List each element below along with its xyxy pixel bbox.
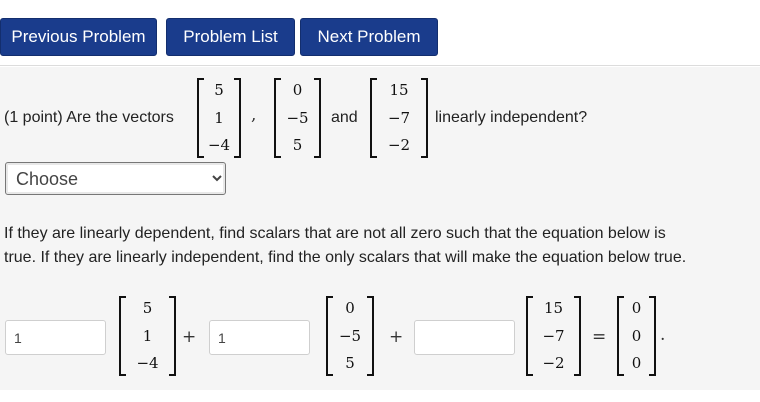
vector-entry: 1 — [214, 109, 224, 127]
scalar-input-2[interactable] — [209, 320, 310, 355]
vector-entry: −4 — [136, 354, 159, 372]
vector-entry: 0 — [631, 299, 642, 317]
scalar-input-3[interactable] — [414, 320, 515, 355]
question-suffix: linearly independent? — [435, 109, 588, 126]
vector-entry: −5 — [286, 109, 309, 127]
question-vector-2: 0 −5 5 — [274, 78, 321, 158]
vector-entry: −5 — [338, 327, 362, 345]
vector-entry: −2 — [387, 136, 411, 154]
and-text: and — [331, 109, 358, 126]
question-prefix: (1 point) Are the vectors — [4, 109, 174, 126]
vector-entry: −7 — [542, 327, 565, 345]
bottom-strip — [0, 390, 760, 402]
equation-vector-2: 0 −5 5 — [326, 296, 374, 376]
vector-entry: 1 — [142, 327, 153, 345]
plus-sign: + — [389, 327, 404, 347]
question-vector-1: 5 1 −4 — [197, 78, 241, 158]
vector-entry: −2 — [542, 354, 565, 372]
vector-entry: 5 — [345, 354, 355, 372]
vector-entry: 15 — [389, 81, 409, 99]
vector-entry: −7 — [387, 109, 411, 127]
comma-separator: , — [251, 105, 257, 125]
equation-vector-3: 15 −7 −2 — [526, 296, 581, 376]
vector-entry: 0 — [631, 327, 642, 345]
zero-vector: 0 0 0 — [617, 296, 656, 376]
equals-sign: = — [592, 327, 607, 347]
problem-body: (1 point) Are the vectors 5 1 −4 , 0 −5 … — [0, 67, 760, 390]
equation-vector-1: 5 1 −4 — [119, 296, 176, 376]
vector-entry: 5 — [214, 81, 224, 99]
period: . — [660, 325, 666, 345]
scalar-input-1[interactable] — [5, 320, 106, 355]
plus-sign: + — [182, 327, 197, 347]
question-vector-3: 15 −7 −2 — [370, 78, 428, 158]
vector-entry: 5 — [142, 299, 153, 317]
vector-entry: 0 — [345, 299, 355, 317]
vector-entry: 0 — [292, 81, 303, 99]
instructions-line-2: true. If they are linearly independent, … — [4, 249, 687, 266]
vector-entry: −4 — [207, 136, 231, 154]
instructions-line-1: If they are linearly dependent, find sca… — [4, 225, 666, 242]
problem-nav-bar: Previous Problem Problem List Next Probl… — [0, 0, 760, 66]
problem-list-button[interactable]: Problem List — [166, 18, 295, 56]
vector-entry: 0 — [631, 354, 642, 372]
vector-entry: 5 — [292, 136, 303, 154]
vector-entry: 15 — [543, 299, 564, 317]
independence-dropdown[interactable]: Choose — [5, 162, 226, 195]
next-problem-button[interactable]: Next Problem — [300, 18, 438, 56]
previous-problem-button[interactable]: Previous Problem — [0, 18, 157, 56]
